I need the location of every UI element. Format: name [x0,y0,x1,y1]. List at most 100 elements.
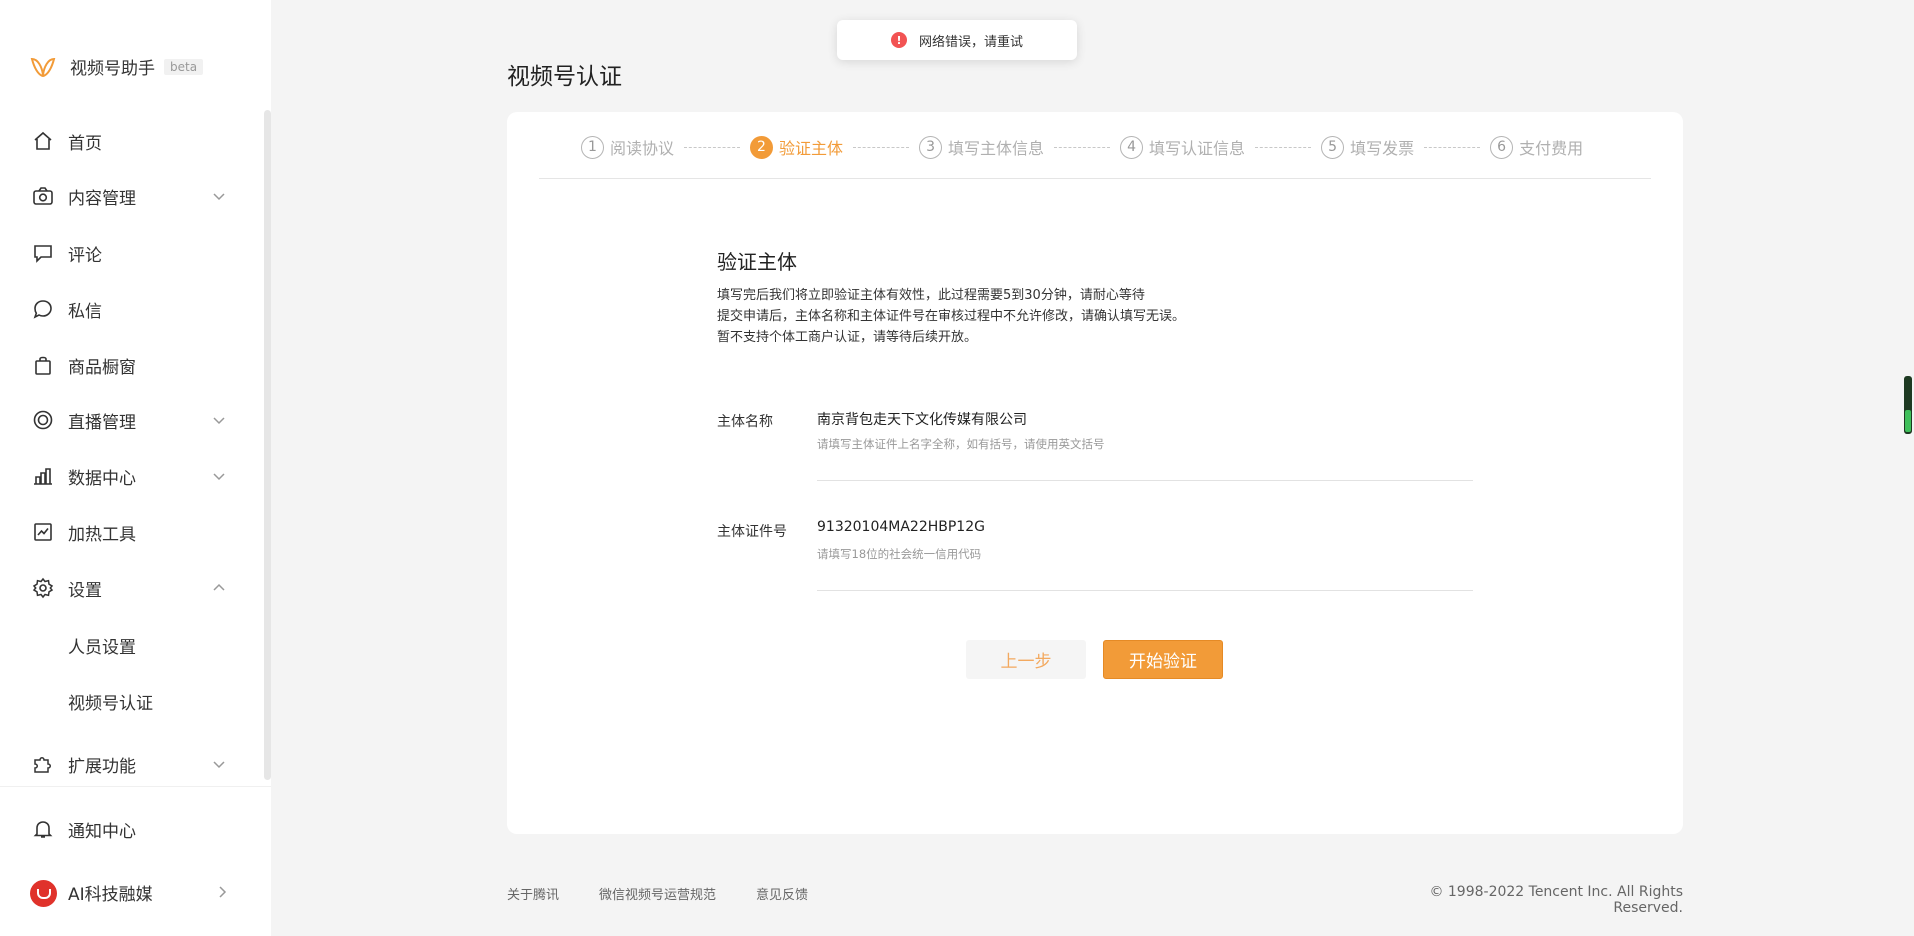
brand-name: 视频号助手 [70,59,155,79]
camera-icon [32,185,54,207]
bar-chart-icon [32,465,54,487]
step-connector [684,146,741,148]
error-toast: ! 网络错误，请重试 [837,20,1077,60]
bell-icon [32,818,54,840]
sidebar-item-label: 首页 [68,133,102,154]
step-6: 6 支付费用 [1490,135,1583,159]
entity-name-hint: 请填写主体证件上名字全称，如有括号，请使用英文括号 [817,437,1105,451]
puzzle-icon [32,753,54,775]
entity-id-input[interactable]: 91320104MA22HBP12G [817,519,985,535]
sidebar-item-label: 人员设置 [68,637,136,658]
sidebar-item-label: 私信 [68,301,102,322]
sidebar-item-label: 内容管理 [68,188,136,209]
sidebar-scrollbar[interactable] [264,110,271,780]
sidebar-divider [0,786,271,787]
step-connector [1054,146,1111,148]
step-label: 填写认证信息 [1149,139,1246,158]
step-connector [853,146,910,148]
step-connector [1424,146,1481,148]
entity-id-underline [817,590,1473,591]
description-line: 暂不支持个体工商户认证，请等待后续开放。 [717,330,978,345]
sidebar-item-home[interactable]: 首页 [0,116,245,166]
brand[interactable]: 视频号助手 beta [30,54,204,79]
step-number: 2 [750,135,774,159]
step-number: 1 [581,135,604,159]
step-number: 3 [919,135,943,159]
copyright: © 1998-2022 Tencent Inc. All Rights Rese… [1429,884,1683,916]
sidebar-item-staff-settings[interactable]: 人员设置 [0,620,245,670]
chevron-down-icon [213,417,225,425]
sidebar-item-settings[interactable]: 设置 [0,563,245,613]
sidebar-item-shop[interactable]: 商品橱窗 [0,340,245,390]
gear-icon [32,577,54,599]
step-1: 1 阅读协议 [581,135,674,159]
sidebar-item-data[interactable]: 数据中心 [0,451,245,501]
entity-name-underline [817,480,1473,481]
live-icon [32,409,54,431]
footer-links: 关于腾讯 微信视频号运营规范 意见反馈 [507,884,808,903]
step-number: 4 [1120,135,1144,159]
page-scrollbar-thumb[interactable] [1905,410,1911,432]
beta-badge: beta [164,58,204,75]
sidebar-item-label: 通知中心 [68,821,136,842]
message-icon [32,298,54,320]
page-title: 视频号认证 [507,64,622,90]
start-verification-button[interactable]: 开始验证 [1103,640,1223,679]
step-label: 验证主体 [779,139,844,158]
sidebar-item-content[interactable]: 内容管理 [0,171,245,221]
chevron-down-icon [213,473,225,481]
step-3: 3 填写主体信息 [919,135,1044,159]
description-line: 提交申请后，主体名称和主体证件号在审核过程中不允许修改，请确认填写无误。 [717,309,1186,324]
error-icon: ! [890,32,907,48]
sidebar-item-label: 直播管理 [68,412,136,433]
sidebar-item-comments[interactable]: 评论 [0,228,245,278]
sidebar-item-notifications[interactable]: 通知中心 [0,804,245,854]
footer-link-about[interactable]: 关于腾讯 [507,884,559,903]
sidebar-item-messages[interactable]: 私信 [0,284,245,334]
sidebar-item-label: 评论 [68,245,102,266]
chevron-down-icon [213,761,225,769]
entity-id-hint: 请填写18位的社会统一信用代码 [817,547,982,561]
verification-card: 1 阅读协议 2 验证主体 3 填写主体信息 4 填写认证信息 5 填写发票 6… [507,112,1683,834]
comment-icon [32,242,54,264]
trend-icon [32,521,54,543]
sidebar: 视频号助手 beta 首页 内容管理 评论 私信 商品橱窗 直播管理 数据中心 … [0,0,271,936]
sidebar-item-verification[interactable]: 视频号认证 [0,676,245,726]
step-label: 填写主体信息 [948,139,1045,158]
footer-link-feedback[interactable]: 意见反馈 [756,884,808,903]
entity-name-label: 主体名称 [717,414,773,430]
step-5: 5 填写发票 [1321,135,1414,159]
sidebar-item-label: 加热工具 [68,524,136,545]
avatar[interactable] [30,880,57,907]
sidebar-item-label: 数据中心 [68,468,136,489]
entity-id-label: 主体证件号 [717,524,787,540]
sidebar-item-boost[interactable]: 加热工具 [0,507,245,557]
entity-name-input[interactable]: 南京背包走天下文化传媒有限公司 [817,409,1027,429]
chevron-up-icon [213,583,225,591]
sidebar-item-label: 视频号认证 [68,693,153,714]
footer-link-guidelines[interactable]: 微信视频号运营规范 [599,884,716,903]
step-connector [1255,146,1312,148]
toast-message: 网络错误，请重试 [918,34,1023,50]
step-label: 阅读协议 [610,139,675,158]
sidebar-item-extensions[interactable]: 扩展功能 [0,739,245,789]
home-icon [32,130,54,152]
step-label: 填写发票 [1350,139,1415,158]
step-4: 4 填写认证信息 [1120,135,1245,159]
step-number: 5 [1321,135,1345,159]
chevron-right-icon [219,886,227,898]
previous-step-button[interactable]: 上一步 [966,640,1086,679]
chevron-down-icon [213,193,225,201]
step-label: 支付费用 [1519,139,1584,158]
description-line: 填写完后我们将立即验证主体有效性，此过程需要5到30分钟，请耐心等待 [717,288,1145,303]
shopping-bag-icon [32,354,54,376]
section-title: 验证主体 [717,250,797,274]
sidebar-item-live[interactable]: 直播管理 [0,395,245,445]
sidebar-item-label: 设置 [68,580,102,601]
step-number: 6 [1490,135,1514,159]
stepper-divider [539,178,1651,179]
stepper: 1 阅读协议 2 验证主体 3 填写主体信息 4 填写认证信息 5 填写发票 6… [581,132,1583,162]
account-name: AI科技融媒 [68,884,153,905]
step-2: 2 验证主体 [750,135,843,159]
section-description: 填写完后我们将立即验证主体有效性，此过程需要5到30分钟，请耐心等待 提交申请后… [717,285,1185,348]
